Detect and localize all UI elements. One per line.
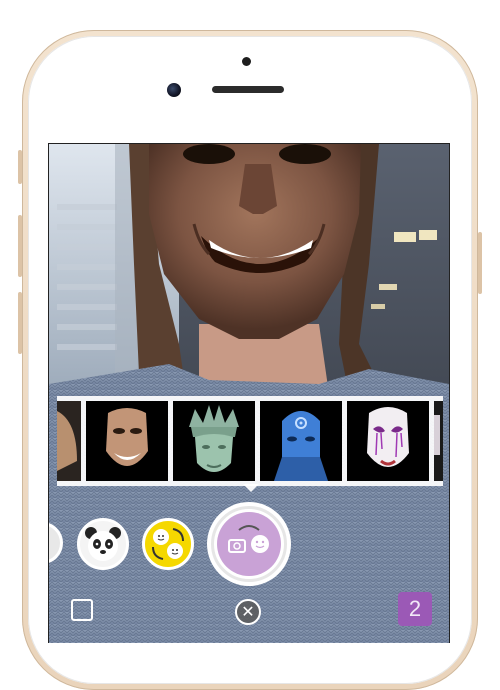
front-camera <box>167 83 181 97</box>
face-swap-lens-button[interactable] <box>142 518 194 570</box>
filter-item-partial-mask[interactable] <box>57 401 81 481</box>
filter-item-next[interactable] <box>434 401 443 481</box>
proximity-sensor <box>242 57 251 66</box>
mute-switch <box>18 150 22 184</box>
panda-lens-button[interactable] <box>77 518 129 570</box>
blue-face-icon <box>260 401 342 481</box>
camera-screen[interactable]: ✕ 2 <box>48 143 450 643</box>
carousel-pointer <box>243 484 259 492</box>
power-button <box>478 232 482 294</box>
capture-button[interactable] <box>207 502 291 586</box>
gallery-toggle[interactable] <box>71 599 93 621</box>
volume-down-button <box>18 292 22 354</box>
purge-mask-icon <box>57 401 81 481</box>
filter-item-purge-mask[interactable] <box>86 401 168 481</box>
close-lens-button[interactable]: ✕ <box>235 599 261 625</box>
filter-carousel[interactable] <box>57 396 443 486</box>
filter-item-statue-of-liberty[interactable] <box>173 401 255 481</box>
capture-icon <box>228 525 269 553</box>
face-swap-icon <box>152 528 184 560</box>
white-mask-icon <box>347 401 429 481</box>
earpiece-speaker <box>212 86 284 93</box>
volume-up-button <box>18 215 22 277</box>
purge-mask-icon <box>86 401 168 481</box>
white-mask-icon <box>434 401 443 481</box>
capture-inner <box>217 512 281 576</box>
panda-icon <box>85 527 121 561</box>
statue-of-liberty-icon <box>173 401 255 481</box>
filter-item-white-bleeding-mask[interactable] <box>347 401 429 481</box>
mode-badge[interactable]: 2 <box>398 592 432 626</box>
filter-item-blue-face[interactable] <box>260 401 342 481</box>
